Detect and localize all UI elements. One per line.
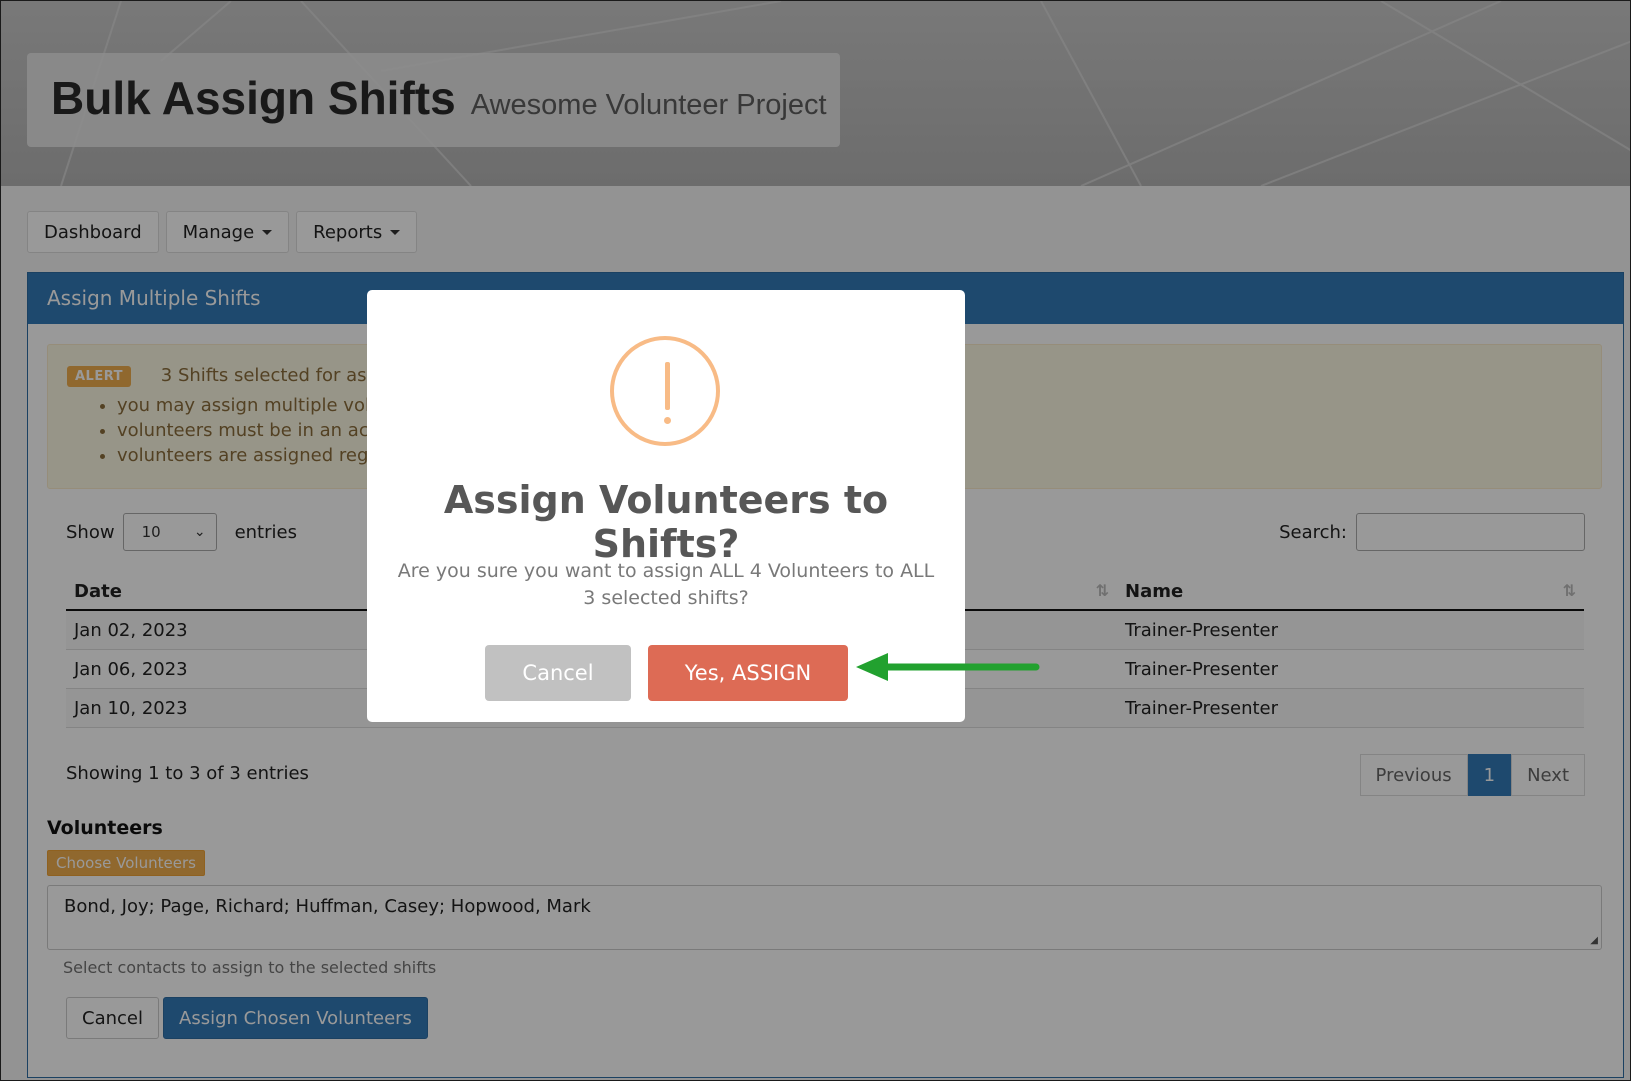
warning-icon xyxy=(610,336,720,446)
warning-icon-dot xyxy=(664,417,671,424)
app-window: Bulk Assign Shifts Awesome Volunteer Pro… xyxy=(0,0,1631,1081)
dialog-confirm-button[interactable]: Yes, ASSIGN xyxy=(648,645,848,701)
dialog-title: Assign Volunteers to Shifts? xyxy=(443,478,889,566)
warning-icon-bar xyxy=(665,362,670,410)
arrow-left-icon xyxy=(856,653,1040,681)
dialog-cancel-button[interactable]: Cancel xyxy=(485,645,631,701)
dialog-message: Are you sure you want to assign ALL 4 Vo… xyxy=(397,560,935,609)
